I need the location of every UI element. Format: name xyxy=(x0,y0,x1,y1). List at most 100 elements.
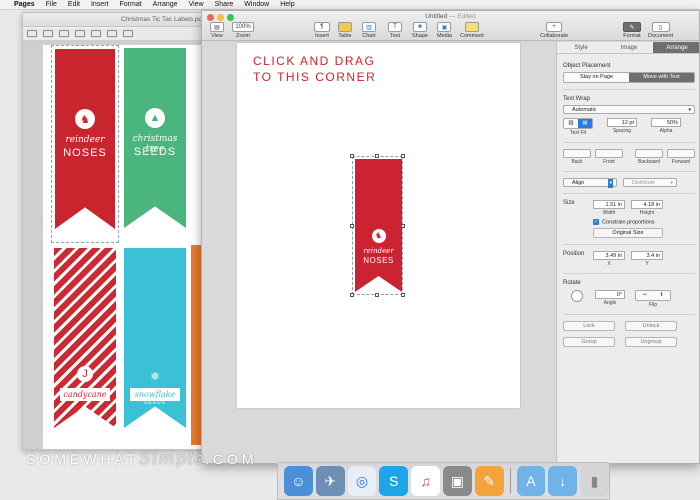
selected-image[interactable]: ♞ reindeer NOSES xyxy=(350,154,405,297)
chart-button[interactable]: ▥ Chart xyxy=(362,22,376,39)
text-button[interactable]: T Text xyxy=(388,22,402,39)
angle-field[interactable]: 0° xyxy=(595,290,625,300)
menu-format[interactable]: Format xyxy=(119,1,141,8)
format-button[interactable]: ✎ Format xyxy=(623,22,641,39)
back-button[interactable] xyxy=(563,149,591,158)
stay-on-page-button[interactable]: Stay on Page xyxy=(564,73,629,82)
inspector-tabs: Style Image Arrange xyxy=(557,42,699,54)
divider xyxy=(563,244,695,246)
text-fit-icon-1[interactable]: ▥ xyxy=(564,119,578,128)
table-button[interactable]: Table xyxy=(338,22,352,39)
text-fit-icon-2[interactable]: ▤ xyxy=(578,119,592,128)
search-icon[interactable] xyxy=(123,30,133,37)
menu-share[interactable]: Share xyxy=(215,1,234,8)
applications-folder-icon[interactable]: A xyxy=(516,466,546,496)
resize-handle-br[interactable] xyxy=(401,293,405,297)
align-row: Align ▾ Distribute ▾ xyxy=(563,178,695,188)
trash-icon[interactable]: ▮ xyxy=(580,466,609,496)
sidebar-icon[interactable] xyxy=(27,30,37,37)
insert-button[interactable]: ¶ Insert xyxy=(314,22,330,39)
markup-icon[interactable] xyxy=(91,30,101,37)
pages-window[interactable]: Untitled — Edited ▤ View 100% Zoom ¶ Ins… xyxy=(201,10,700,464)
media-button[interactable]: ▣ Media xyxy=(437,22,452,39)
original-size-button[interactable]: Original Size xyxy=(593,228,663,239)
menu-file[interactable]: File xyxy=(46,1,57,8)
lock-row: Lock Unlock xyxy=(563,321,695,332)
document-page[interactable]: CLICK AND DRAG TO THIS CORNER ♞ reindeer… xyxy=(237,43,520,408)
forward-button[interactable] xyxy=(667,149,695,158)
tab-style[interactable]: Style xyxy=(557,42,605,53)
menu-window[interactable]: Window xyxy=(244,1,269,8)
x-field[interactable]: 3.49 in xyxy=(593,251,625,261)
resize-handle-bl[interactable] xyxy=(350,293,354,297)
safari-icon[interactable]: ◎ xyxy=(347,466,377,496)
share-icon[interactable] xyxy=(75,30,85,37)
menu-arrange[interactable]: Arrange xyxy=(153,1,178,8)
resize-handle-l[interactable] xyxy=(350,224,354,228)
itunes-icon[interactable]: ♫ xyxy=(411,466,440,496)
preview-titlebar[interactable]: Christmas Tic Tac Labels.pdf xyxy=(23,13,209,27)
menu-insert[interactable]: Insert xyxy=(91,1,109,8)
collaborate-button[interactable]: + Collaborate xyxy=(540,22,568,39)
ungroup-button[interactable]: Ungroup xyxy=(625,337,677,348)
preview-icon[interactable]: ▣ xyxy=(442,466,472,496)
rotate-knob[interactable] xyxy=(571,290,583,303)
preview-window[interactable]: Christmas Tic Tac Labels.pdf ♞ reindeer … xyxy=(22,12,210,450)
menu-help[interactable]: Help xyxy=(280,1,294,8)
shape-button[interactable]: ■ Shape xyxy=(412,22,428,39)
photo-app-icon[interactable]: ✈ xyxy=(315,466,345,496)
label-snowflake[interactable]: ❄ snowflake SEEDS xyxy=(121,245,189,445)
backward-button[interactable] xyxy=(635,149,663,158)
ribbon-text: reindeer xyxy=(363,247,394,255)
text-wrap-popup[interactable]: Automatic ▾ xyxy=(563,105,695,114)
label-christmas-tree[interactable]: ▲ christmas tree SEEDS xyxy=(121,45,189,243)
spacing-field[interactable]: 12 pt xyxy=(607,118,637,127)
chevron-down-icon: ▾ xyxy=(608,179,613,188)
rotate-icon[interactable] xyxy=(107,30,117,37)
placement-segmented: Stay on Page Move with Text xyxy=(563,72,695,83)
downloads-folder-icon[interactable]: ↓ xyxy=(548,466,578,496)
unlock-button[interactable]: Unlock xyxy=(625,321,677,332)
view-button[interactable]: ▤ View xyxy=(210,22,224,39)
move-with-text-button[interactable]: Move with Text xyxy=(629,73,694,82)
distribute-popup[interactable]: Distribute ▾ xyxy=(623,178,677,187)
menu-edit[interactable]: Edit xyxy=(68,1,80,8)
resize-handle-tl[interactable] xyxy=(350,154,354,158)
width-field[interactable]: 1.51 in xyxy=(593,200,625,209)
height-field[interactable]: 4.18 in xyxy=(631,200,663,209)
menu-pages[interactable]: Pages xyxy=(14,1,35,8)
tab-arrange[interactable]: Arrange xyxy=(653,42,699,53)
document-canvas: CLICK AND DRAG TO THIS CORNER ♞ reindeer… xyxy=(202,42,556,463)
y-field[interactable]: 3.4 in xyxy=(631,251,663,261)
document-button[interactable]: ▯ Document xyxy=(648,22,673,39)
comment-button[interactable]: Comment xyxy=(460,22,484,39)
zoom-button[interactable]: 100% Zoom xyxy=(232,22,254,39)
lock-button[interactable]: Lock xyxy=(563,321,615,332)
resize-handle-r[interactable] xyxy=(401,224,405,228)
divider xyxy=(563,314,695,316)
skype-icon[interactable]: S xyxy=(379,466,409,496)
watermark-part-2: Simple xyxy=(139,449,205,469)
flip-vertical-icon[interactable]: ⬆ xyxy=(653,291,670,301)
resize-handle-b[interactable] xyxy=(375,293,379,297)
watermark: SOMEWHATSimple.COM xyxy=(26,449,258,469)
finder-icon[interactable]: ☺ xyxy=(284,466,313,496)
menu-view[interactable]: View xyxy=(189,1,204,8)
comment-icon xyxy=(464,22,479,32)
pages-icon[interactable]: ✎ xyxy=(474,466,504,496)
resize-handle-t[interactable] xyxy=(375,154,379,158)
rotate-row: 0° Angle ➞ ⬆ Flip xyxy=(563,290,695,308)
constrain-checkbox[interactable]: ✓ Constrain proportions xyxy=(593,219,695,225)
label-reindeer[interactable]: ♞ reindeer NOSES xyxy=(51,45,119,243)
label-candycane[interactable]: J candycane xyxy=(51,245,119,445)
tab-image[interactable]: Image xyxy=(605,42,653,53)
zoom-out-icon[interactable] xyxy=(43,30,53,37)
resize-handle-tr[interactable] xyxy=(401,154,405,158)
align-popup[interactable]: Align ▾ xyxy=(563,178,617,188)
group-button[interactable]: Group xyxy=(563,337,615,348)
divider xyxy=(563,89,695,90)
flip-horizontal-icon[interactable]: ➞ xyxy=(636,291,653,301)
alpha-field[interactable]: 50% xyxy=(651,118,681,127)
zoom-in-icon[interactable] xyxy=(59,30,69,37)
front-button[interactable] xyxy=(595,149,623,158)
